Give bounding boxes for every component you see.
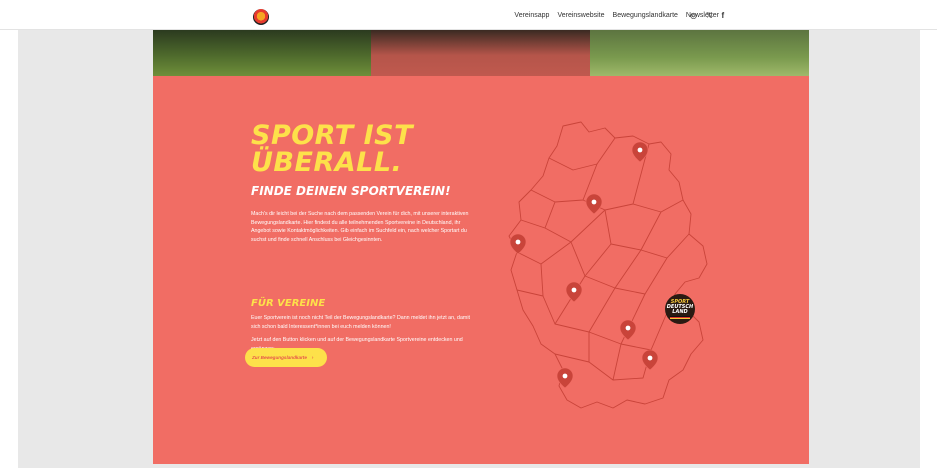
map-pin-icon [585, 193, 603, 215]
hero-photo-center [371, 30, 590, 76]
hero-panel: SPORT IST ÜBERALL. FINDE DEINEN SPORTVER… [153, 30, 809, 464]
bewegungslandkarte-button[interactable]: Zur Bewegungslandkarte › [245, 348, 327, 367]
instagram-icon[interactable]: ◎ [690, 11, 697, 20]
social-links: ◎ 𝕏 f [690, 0, 724, 30]
germany-outline [508, 121, 708, 409]
section-title-vereine: FÜR VEREINE [251, 298, 326, 309]
hero-photo-strip [153, 30, 809, 76]
hero-photo-right [590, 30, 809, 76]
map-pin-icon [509, 233, 527, 255]
germany-map [508, 121, 708, 409]
main-nav: Vereinsapp Vereinswebsite Bewegungslandk… [514, 0, 719, 30]
top-navigation-bar: Vereinsapp Vereinswebsite Bewegungslandk… [0, 0, 937, 30]
nav-link-vereinswebsite[interactable]: Vereinswebsite [557, 12, 604, 19]
badge-line-3: LAND [672, 308, 688, 315]
german-flag-stripe [670, 315, 690, 319]
map-pin-icon [619, 319, 637, 341]
headline-line-1: SPORT IST [251, 120, 413, 151]
map-pin-icon [565, 281, 583, 303]
x-icon[interactable]: 𝕏 [706, 11, 712, 20]
map-pins [509, 141, 659, 389]
map-pin-icon [631, 141, 649, 163]
facebook-icon[interactable]: f [721, 11, 724, 20]
hero-subheadline: FINDE DEINEN SPORTVEREIN! [251, 184, 451, 198]
hero-photo-left [153, 30, 371, 76]
nav-link-bewegungslandkarte[interactable]: Bewegungslandkarte [613, 12, 678, 19]
intro-paragraph: Mach's dir leicht bei der Suche nach dem… [251, 211, 469, 243]
chevron-right-icon: › [311, 355, 314, 360]
hero-headline: SPORT IST ÜBERALL. [251, 122, 413, 176]
map-pin-icon [641, 349, 659, 371]
sportdeutschland-logo[interactable] [253, 9, 269, 25]
cta-button-label: Zur Bewegungslandkarte [252, 355, 307, 360]
sportdeutschland-badge: SPORT DEUTSCH LAND [665, 294, 695, 324]
vereine-paragraph: Euer Sportverein ist noch nicht Teil der… [251, 315, 470, 330]
nav-link-vereinsapp[interactable]: Vereinsapp [514, 12, 549, 19]
headline-line-2: ÜBERALL. [251, 147, 403, 178]
